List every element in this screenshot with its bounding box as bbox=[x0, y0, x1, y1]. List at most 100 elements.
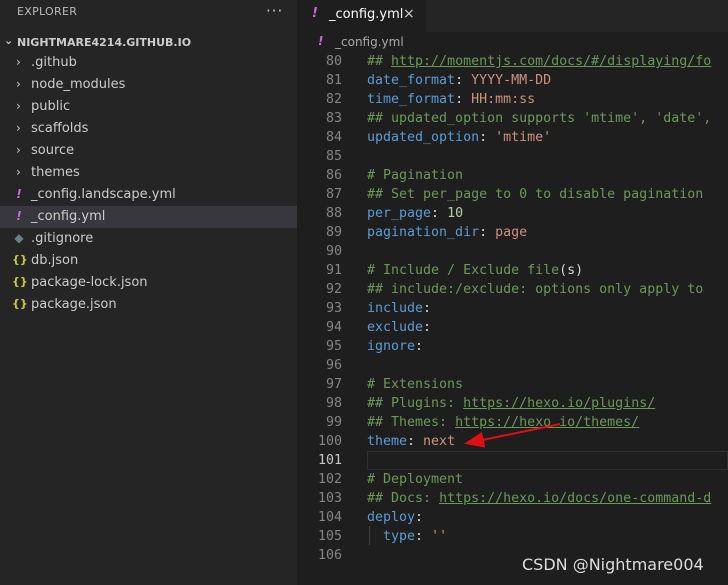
file-tree-item[interactable]: › public bbox=[0, 96, 297, 118]
code-token: '' bbox=[431, 529, 448, 544]
code-token: pagination_dir bbox=[367, 225, 480, 240]
line-text: pagination_dir: page bbox=[367, 223, 527, 242]
code-token: : bbox=[407, 434, 424, 449]
code-token: ## bbox=[367, 54, 392, 69]
code-token: include bbox=[367, 301, 424, 316]
file-tree-item[interactable]: {} db.json bbox=[0, 250, 297, 272]
code-line[interactable]: 81 date_format: YYYY-MM-DD bbox=[298, 71, 728, 90]
file-tree-item[interactable]: ! _config.landscape.yml bbox=[0, 184, 297, 206]
chevron-right-icon: › bbox=[16, 55, 21, 69]
chevron-right-icon: › bbox=[16, 143, 21, 157]
code-line[interactable]: 94 exclude: bbox=[298, 318, 728, 337]
code-line[interactable]: 100 theme: next bbox=[298, 432, 728, 451]
chevron-right-icon: › bbox=[16, 121, 21, 135]
yaml-file-icon: ! bbox=[318, 34, 324, 48]
code-link[interactable]: https://hexo.io/plugins/ bbox=[463, 396, 655, 411]
line-text: ## Docs: https://hexo.io/docs/one-comman… bbox=[367, 489, 711, 508]
file-tree-item-label: _config.landscape.yml bbox=[31, 187, 176, 202]
code-token: ## Docs: bbox=[367, 491, 440, 506]
file-tree-item[interactable]: › source bbox=[0, 140, 297, 162]
code-line[interactable]: 97 # Extensions bbox=[298, 375, 728, 394]
code-token: deploy bbox=[367, 510, 416, 525]
code-line[interactable]: 86 # Pagination bbox=[298, 166, 728, 185]
code-line[interactable]: 103 ## Docs: https://hexo.io/docs/one-com… bbox=[298, 489, 728, 508]
code-line[interactable]: 83 ## updated_option supports 'mtime', 'd… bbox=[298, 109, 728, 128]
code-link[interactable]: http://momentjs.com/docs/#/displaying/fo bbox=[391, 54, 711, 69]
line-text: updated_option: 'mtime' bbox=[367, 128, 551, 147]
code-link[interactable]: https://hexo.io/themes/ bbox=[455, 415, 639, 430]
code-token: : bbox=[479, 225, 496, 240]
line-number: 89 bbox=[325, 225, 342, 240]
line-text: # Deployment bbox=[367, 470, 463, 489]
code-token: : bbox=[415, 339, 424, 354]
code-line[interactable]: 101 bbox=[298, 451, 728, 470]
code-token: : bbox=[423, 301, 432, 316]
code-line[interactable]: 91 # Include / Exclude file(s) bbox=[298, 261, 728, 280]
code-line[interactable]: 80 ## http://momentjs.com/docs/#/displayi… bbox=[298, 52, 728, 71]
project-folder-header[interactable]: ⌄ NIGHTMARE4214.GITHUB.IO bbox=[0, 34, 297, 52]
line-number: 90 bbox=[325, 244, 342, 259]
file-tree-item[interactable]: {} package.json bbox=[0, 294, 297, 316]
code-line[interactable]: 99 ## Themes: https://hexo.io/themes/ bbox=[298, 413, 728, 432]
chevron-right-icon: › bbox=[16, 77, 21, 91]
code-line[interactable]: 88 per_page: 10 bbox=[298, 204, 728, 223]
json-file-icon: {} bbox=[12, 253, 28, 266]
line-text: ## include:/exclude: options only apply … bbox=[367, 280, 703, 299]
breadcrumb-file[interactable]: _config.yml bbox=[335, 35, 404, 49]
line-text: # Pagination bbox=[367, 166, 463, 185]
file-tree-item[interactable]: › scaffolds bbox=[0, 118, 297, 140]
code-token: ## Themes: bbox=[367, 415, 456, 430]
code-line[interactable]: 98 ## Plugins: https://hexo.io/plugins/ bbox=[298, 394, 728, 413]
line-text: per_page: 10 bbox=[367, 204, 463, 223]
more-actions-icon[interactable]: ··· bbox=[266, 2, 283, 20]
code-token: (s) bbox=[559, 263, 584, 278]
line-text: time_format: HH:mm:ss bbox=[367, 90, 535, 109]
json-file-icon: {} bbox=[12, 297, 28, 310]
code-line[interactable]: 82 time_format: HH:mm:ss bbox=[298, 90, 728, 109]
code-line[interactable]: 84 updated_option: 'mtime' bbox=[298, 128, 728, 147]
code-line[interactable]: 85 bbox=[298, 147, 728, 166]
line-text: # Extensions bbox=[367, 375, 463, 394]
file-tree-item[interactable]: › themes bbox=[0, 162, 297, 184]
file-tree-item[interactable]: ! _config.yml bbox=[0, 206, 297, 228]
indent-guide bbox=[369, 526, 370, 545]
code-line[interactable]: 104 deploy: bbox=[298, 508, 728, 527]
line-number: 96 bbox=[325, 358, 342, 373]
line-text: ## http://momentjs.com/docs/#/displaying… bbox=[367, 52, 711, 71]
file-tree-item-label: package-lock.json bbox=[31, 275, 148, 290]
code-token: time_format bbox=[367, 92, 456, 107]
file-tree-item[interactable]: › node_modules bbox=[0, 74, 297, 96]
code-line[interactable]: 92 ## include:/exclude: options only appl… bbox=[298, 280, 728, 299]
file-tree-item[interactable]: {} package-lock.json bbox=[0, 272, 297, 294]
code-token: : bbox=[415, 510, 424, 525]
code-token: per_page bbox=[367, 206, 432, 221]
code-token: : bbox=[415, 529, 432, 544]
code-line[interactable]: 96 bbox=[298, 356, 728, 375]
chevron-down-icon: ⌄ bbox=[4, 34, 14, 47]
line-number: 102 bbox=[317, 472, 342, 487]
code-line[interactable]: 102 # Deployment bbox=[298, 470, 728, 489]
json-file-icon: {} bbox=[12, 275, 28, 288]
code-token: : bbox=[455, 73, 472, 88]
line-text: ## Set per_page to 0 to disable paginati… bbox=[367, 185, 703, 204]
code-line[interactable]: 105 type: '' bbox=[298, 527, 728, 546]
code-token: theme bbox=[367, 434, 408, 449]
code-line[interactable]: 95 ignore: bbox=[298, 337, 728, 356]
line-text: # Include / Exclude file(s) bbox=[367, 261, 583, 280]
tab-config-yml[interactable]: ! _config.yml × bbox=[298, 0, 426, 32]
current-line-highlight bbox=[367, 451, 728, 470]
code-line[interactable]: 87 ## Set per_page to 0 to disable pagina… bbox=[298, 185, 728, 204]
file-tree-item[interactable]: › .github bbox=[0, 52, 297, 74]
close-icon[interactable]: × bbox=[403, 6, 415, 22]
code-line[interactable]: 89 pagination_dir: page bbox=[298, 223, 728, 242]
file-tree-item[interactable]: ◆ .gitignore bbox=[0, 228, 297, 250]
code-token: : bbox=[455, 92, 472, 107]
code-editor[interactable]: 80 ## http://momentjs.com/docs/#/displayi… bbox=[298, 52, 728, 565]
line-number: 83 bbox=[325, 111, 342, 126]
line-text: deploy: bbox=[367, 508, 423, 527]
code-token: # Extensions bbox=[367, 377, 464, 392]
line-number: 100 bbox=[317, 434, 342, 449]
code-line[interactable]: 90 bbox=[298, 242, 728, 261]
code-line[interactable]: 93 include: bbox=[298, 299, 728, 318]
code-link[interactable]: https://hexo.io/docs/one-command-d bbox=[439, 491, 711, 506]
